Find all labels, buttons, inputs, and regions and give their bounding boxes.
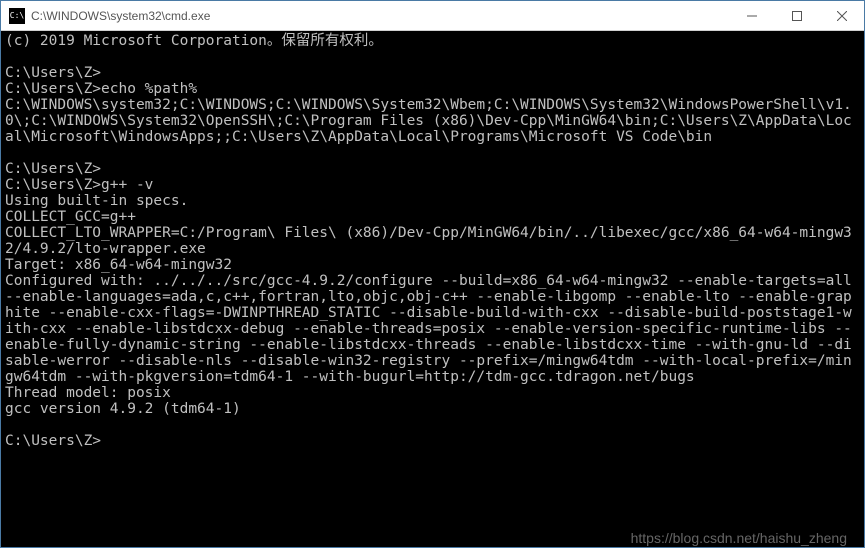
terminal-line: COLLECT_GCC=g++ xyxy=(5,209,136,225)
terminal-line: gcc version 4.9.2 (tdm64-1) xyxy=(5,401,241,417)
terminal-line: COLLECT_LTO_WRAPPER=C:/Program\ Files\ (… xyxy=(5,225,852,257)
terminal-line: (c) 2019 Microsoft Corporation。保留所有权利。 xyxy=(5,33,383,49)
terminal-prompt: C:\Users\Z> xyxy=(5,65,101,81)
terminal-prompt: C:\Users\Z>g++ -v xyxy=(5,177,153,193)
window-controls xyxy=(729,1,864,30)
terminal-output[interactable]: (c) 2019 Microsoft Corporation。保留所有权利。 C… xyxy=(1,31,864,547)
terminal-line: C:\WINDOWS\system32;C:\WINDOWS;C:\WINDOW… xyxy=(5,97,852,145)
terminal-line: Using built-in specs. xyxy=(5,193,188,209)
terminal-line: Configured with: ../../../src/gcc-4.9.2/… xyxy=(5,273,861,385)
titlebar[interactable]: C:\ C:\WINDOWS\system32\cmd.exe xyxy=(1,1,864,31)
terminal-prompt: C:\Users\Z> xyxy=(5,433,101,449)
maximize-button[interactable] xyxy=(774,1,819,30)
watermark-text: https://blog.csdn.net/haishu_zheng xyxy=(631,530,847,546)
window-title: C:\WINDOWS\system32\cmd.exe xyxy=(31,9,729,23)
minimize-button[interactable] xyxy=(729,1,774,30)
close-button[interactable] xyxy=(819,1,864,30)
terminal-prompt: C:\Users\Z> xyxy=(5,161,101,177)
terminal-prompt: C:\Users\Z>echo %path% xyxy=(5,81,197,97)
terminal-line: Thread model: posix xyxy=(5,385,171,401)
terminal-line: Target: x86_64-w64-mingw32 xyxy=(5,257,232,273)
cmd-window: C:\ C:\WINDOWS\system32\cmd.exe (c) 2019… xyxy=(0,0,865,548)
cmd-icon: C:\ xyxy=(9,8,25,24)
